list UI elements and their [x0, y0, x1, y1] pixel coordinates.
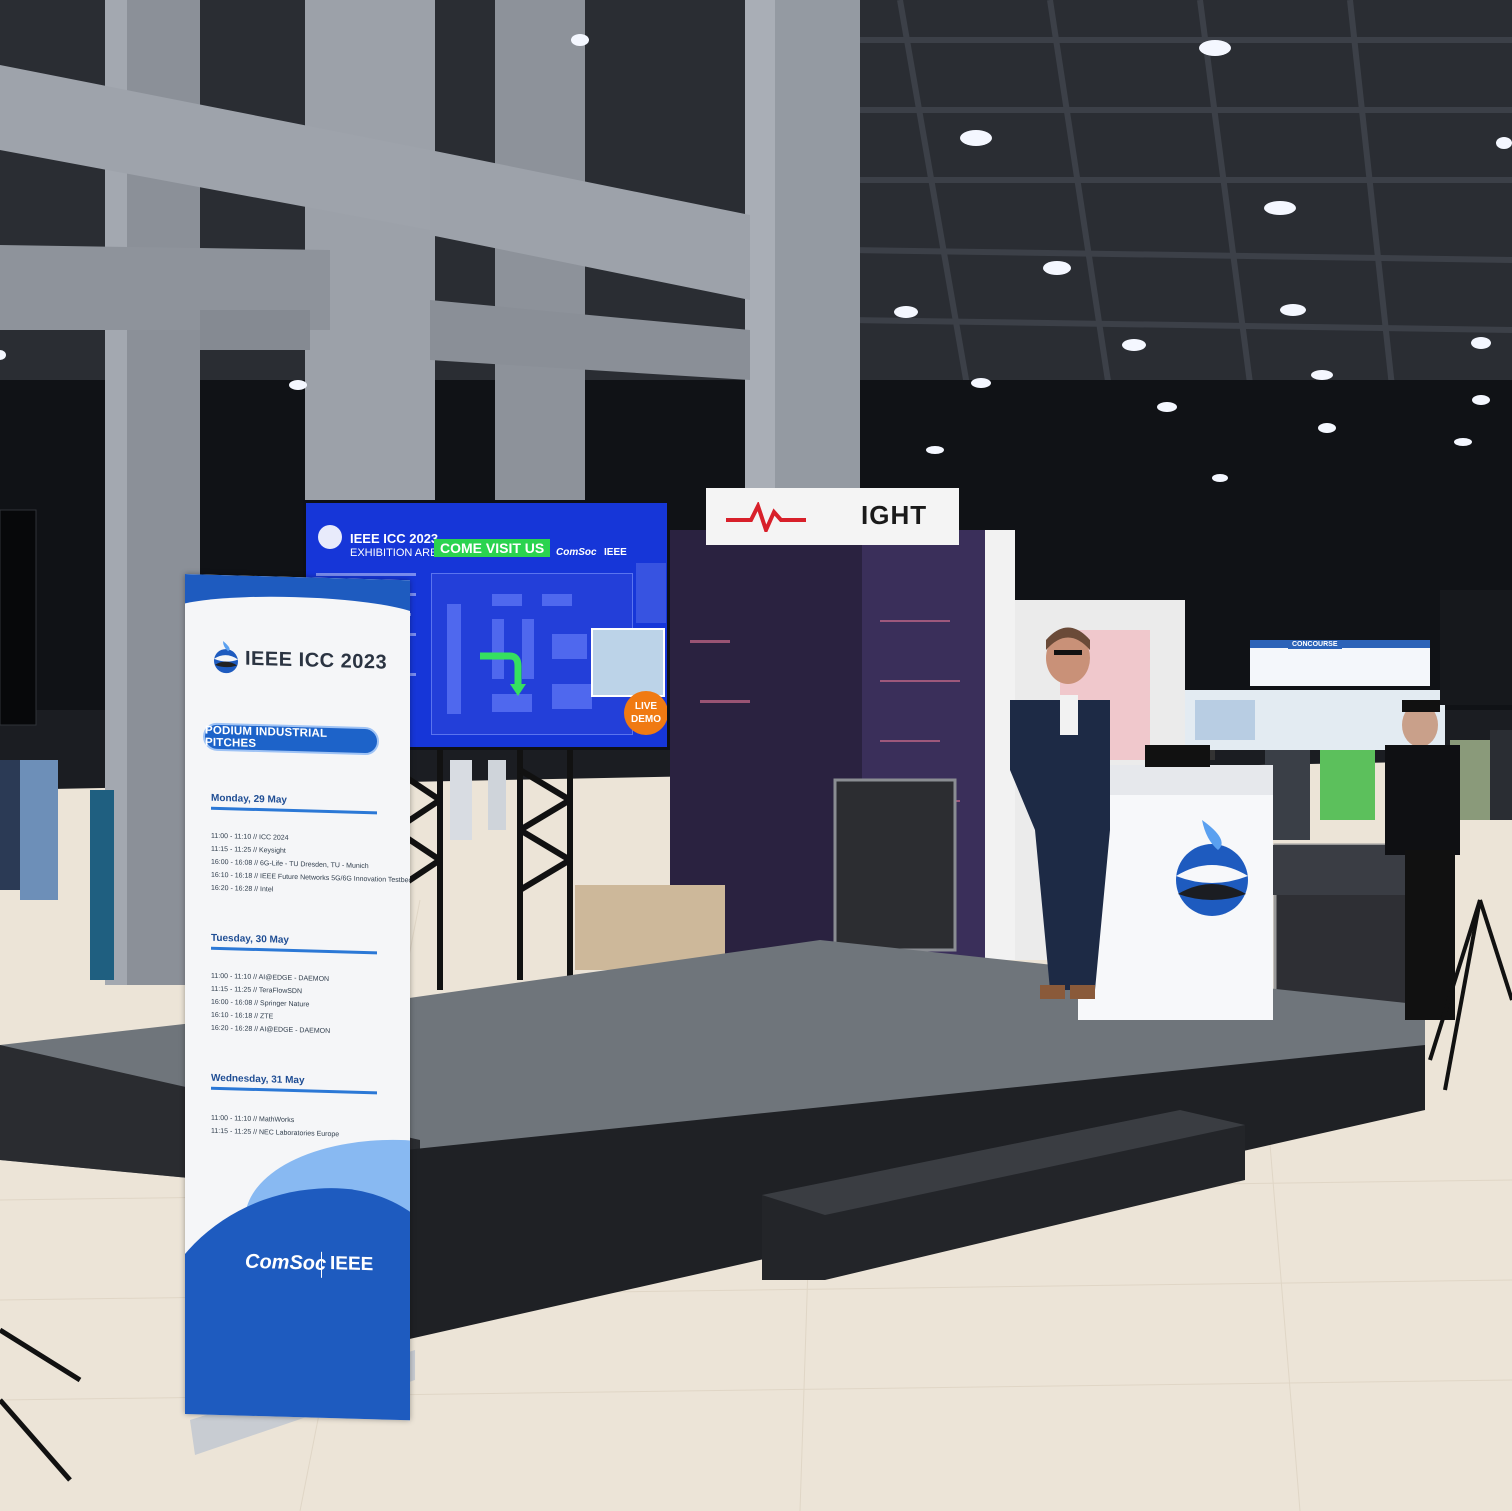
schedule-slot: 16:10 - 16:18 // ZTE: [211, 1011, 274, 1021]
rollup-banner: IEEE ICC 2023 PODIUM INDUSTRIAL PITCHES …: [185, 574, 410, 1421]
pa-speaker: [1440, 590, 1512, 705]
schedule-slot: 16:10 - 16:18 // IEEE Future Networks 5G…: [211, 871, 410, 885]
concourse-sign-text: CONCOURSE: [1288, 640, 1342, 649]
day-label: Tuesday, 30 May: [211, 932, 289, 946]
left-dark-panel: [0, 509, 37, 726]
screen-title: IEEE ICC 2023: [350, 531, 439, 546]
rack-case: [833, 778, 957, 952]
schedule-slot: 11:00 - 11:10 // AI@EDGE - DAEMON: [211, 972, 330, 984]
booth-sign-text: IGHT: [861, 500, 928, 530]
schedule-slot: 11:15 - 11:25 // Keysight: [211, 845, 286, 855]
screen-subtitle: EXHIBITION AREA: [350, 547, 445, 559]
banner-bottom-wave: [185, 1182, 410, 1421]
schedule-slot: 16:20 - 16:28 // AI@EDGE - DAEMON: [211, 1024, 331, 1036]
banner-title: IEEE ICC 2023: [245, 647, 388, 674]
laptop: [1145, 745, 1210, 767]
comsoc-logo: ComSoc: [245, 1250, 327, 1275]
screen-comsoc-logo: ComSoc: [556, 547, 597, 558]
day-label: Wednesday, 31 May: [211, 1072, 305, 1087]
live-demo-badge: LIVE DEMO: [624, 691, 667, 735]
banner-logo: IEEE ICC 2023: [213, 641, 387, 680]
keysight-wave-icon: [726, 502, 806, 532]
ieee-logo: IEEE: [330, 1253, 374, 1276]
schedule-slot: 11:15 - 11:25 // NEC Laboratories Europe: [211, 1127, 340, 1139]
demo-photo: [591, 628, 665, 697]
schedule-slot: 11:00 - 11:10 // ICC 2024: [211, 832, 289, 842]
ieee-icc-logo-icon: [214, 641, 238, 674]
concourse-sign: CONCOURSE: [1250, 640, 1430, 686]
schedule-slot: 11:00 - 11:10 // MathWorks: [211, 1114, 295, 1125]
screen-ieee-logo: IEEE: [604, 547, 627, 558]
schedule-slot: 16:20 - 16:28 // Intel: [211, 884, 274, 894]
exhibition-hall-scene: IEEE ICC 2023 EXHIBITION AREA COME VISIT…: [0, 0, 1512, 1511]
booth-sign: IGHT: [706, 488, 959, 545]
screen-cta: COME VISIT US: [434, 539, 551, 557]
banner-pill: PODIUM INDUSTRIAL PITCHES: [203, 722, 379, 756]
schedule-slot: 16:00 - 16:08 // Springer Nature: [211, 998, 310, 1009]
schedule-slot: 16:00 - 16:08 // 6G-Life - TU Dresden, T…: [211, 858, 369, 871]
schedule-slot: 11:15 - 11:25 // TeraFlowSDN: [211, 985, 303, 996]
day-label: Monday, 29 May: [211, 792, 287, 806]
